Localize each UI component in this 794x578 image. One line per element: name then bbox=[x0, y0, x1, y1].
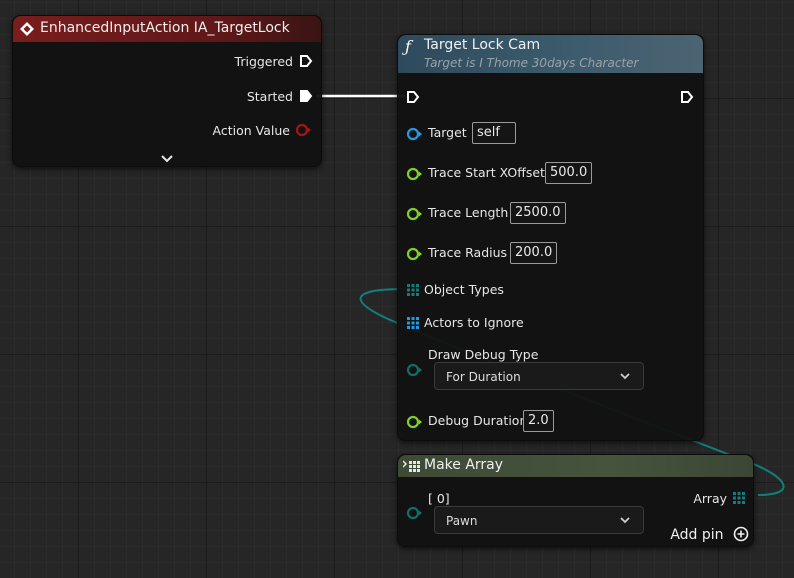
trace-radius-input[interactable]: 200.0 bbox=[510, 242, 558, 264]
event-node-title: EnhancedInputAction IA_TargetLock bbox=[40, 20, 290, 36]
debug-duration-input[interactable]: 2.0 bbox=[523, 410, 554, 432]
add-pin-label: Add pin bbox=[670, 527, 724, 543]
add-pin-button[interactable]: Add pin bbox=[670, 526, 749, 543]
chevron-down-icon bbox=[620, 517, 630, 524]
exec-out-pin-icon[interactable] bbox=[680, 90, 694, 104]
object-types-label: Object Types bbox=[424, 282, 504, 297]
trace-length-label: Trace Length bbox=[428, 205, 509, 220]
draw-debug-type-dropdown[interactable]: For Duration bbox=[434, 362, 644, 390]
function-icon: ƒ bbox=[405, 37, 411, 56]
event-diamond-icon bbox=[20, 22, 34, 36]
action-value-pin-icon[interactable] bbox=[295, 123, 313, 137]
target-value-box[interactable]: self bbox=[472, 122, 516, 144]
trace-start-xoffset-input[interactable]: 500.0 bbox=[545, 162, 593, 184]
started-exec-pin-icon[interactable] bbox=[299, 89, 313, 103]
object-types-array-pin-icon[interactable] bbox=[407, 284, 419, 296]
array-index-label: [ 0] bbox=[428, 491, 450, 506]
debug-duration-label: Debug Duration bbox=[428, 413, 528, 428]
function-node-title: Target Lock Cam bbox=[424, 37, 541, 53]
actors-to-ignore-label: Actors to Ignore bbox=[424, 315, 524, 330]
target-lock-cam-header[interactable]: ƒ Target Lock Cam Target is I Thome 30da… bbox=[398, 35, 703, 73]
draw-debug-type-label: Draw Debug Type bbox=[428, 347, 539, 362]
actors-to-ignore-array-pin-icon[interactable] bbox=[407, 317, 419, 329]
trace-radius-label: Trace Radius bbox=[428, 245, 508, 260]
exec-in-pin-icon[interactable] bbox=[406, 90, 420, 104]
draw-debug-type-pin-icon[interactable] bbox=[406, 363, 424, 377]
add-pin-icon bbox=[733, 526, 749, 542]
make-array-header[interactable]: Make Array bbox=[398, 455, 753, 477]
array-output-pin-icon[interactable] bbox=[733, 492, 745, 504]
trace-radius-pin-icon[interactable] bbox=[406, 247, 424, 261]
chevron-down-icon bbox=[620, 373, 630, 380]
trace-start-xoffset-label: Trace Start XOffset bbox=[428, 165, 545, 180]
started-pin-label: Started bbox=[246, 89, 293, 104]
make-array-title: Make Array bbox=[424, 457, 504, 473]
triggered-pin-label: Triggered bbox=[234, 54, 293, 69]
target-label: Target bbox=[428, 125, 467, 140]
make-array-node[interactable]: Make Array [ 0] Pawn Array Add pin bbox=[397, 454, 754, 547]
array-output-label: Array bbox=[693, 491, 727, 506]
triggered-exec-pin-icon[interactable] bbox=[299, 54, 313, 68]
trace-length-input[interactable]: 2500.0 bbox=[510, 202, 566, 224]
target-object-pin-icon[interactable] bbox=[406, 127, 424, 141]
trace-start-xoffset-pin-icon[interactable] bbox=[406, 167, 424, 181]
chevron-down-icon[interactable] bbox=[160, 154, 174, 164]
enhanced-input-action-node[interactable]: EnhancedInputAction IA_TargetLock Trigge… bbox=[12, 15, 322, 167]
draw-debug-type-selected: For Duration bbox=[446, 370, 521, 384]
event-node-header[interactable]: EnhancedInputAction IA_TargetLock bbox=[13, 16, 321, 42]
array-element-dropdown[interactable]: Pawn bbox=[434, 506, 644, 534]
array-element-pin-icon[interactable] bbox=[406, 506, 424, 520]
target-lock-cam-node[interactable]: ƒ Target Lock Cam Target is I Thome 30da… bbox=[397, 34, 704, 441]
action-value-pin-label: Action Value bbox=[212, 123, 290, 138]
trace-length-pin-icon[interactable] bbox=[406, 207, 424, 221]
function-node-subtitle: Target is I Thome 30days Character bbox=[424, 56, 639, 70]
array-element-selected: Pawn bbox=[446, 514, 478, 528]
debug-duration-pin-icon[interactable] bbox=[406, 415, 424, 429]
make-array-icon bbox=[403, 460, 420, 472]
